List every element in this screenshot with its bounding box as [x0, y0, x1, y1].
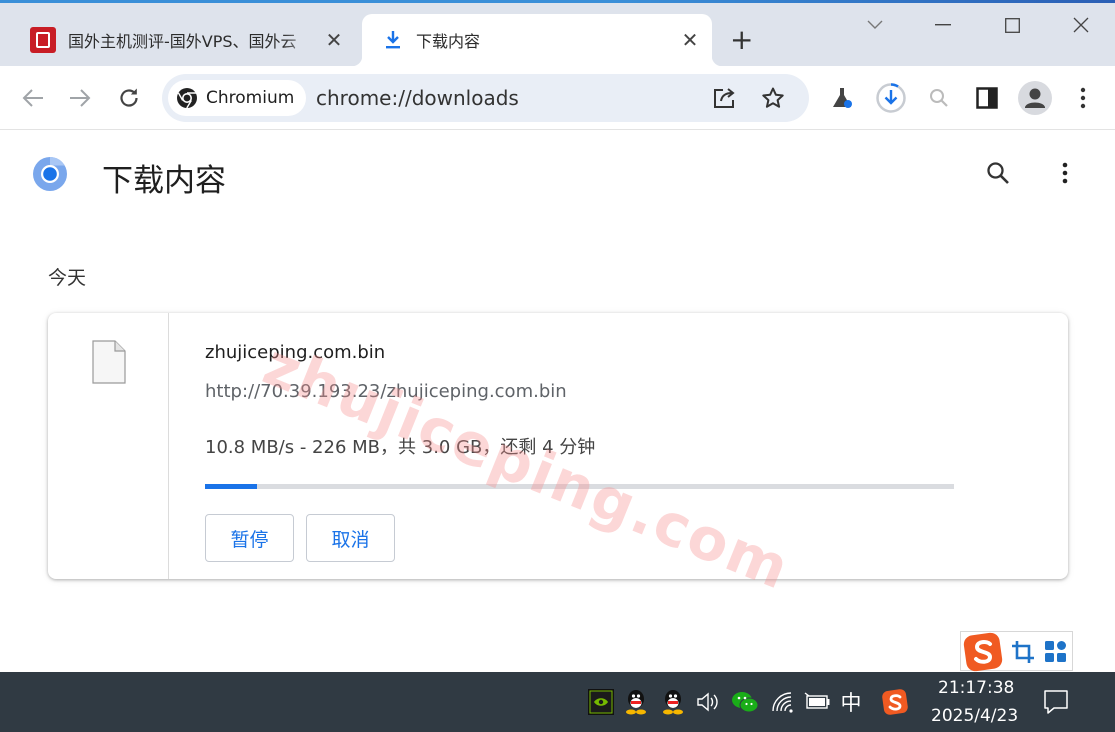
- toolbox-grid-icon[interactable]: [1044, 640, 1068, 664]
- chromium-logo-icon: [176, 87, 198, 109]
- profile-avatar-icon[interactable]: [1017, 80, 1053, 116]
- crop-icon[interactable]: [1011, 640, 1035, 664]
- chromium-logo-icon: [32, 156, 68, 196]
- site-chip[interactable]: Chromium: [168, 80, 307, 116]
- sogou-logo-icon[interactable]: [963, 632, 1003, 672]
- clock-date[interactable]: 2025/4/23: [931, 706, 1018, 726]
- nvidia-tray-icon[interactable]: [586, 686, 616, 718]
- tab-title: 下载内容: [416, 32, 481, 51]
- reload-icon[interactable]: [113, 82, 145, 114]
- tab-downloads[interactable]: 下载内容 ✕: [352, 14, 722, 66]
- zoom-search-icon[interactable]: [921, 80, 957, 116]
- volume-icon[interactable]: [693, 686, 723, 718]
- tab-close-icon[interactable]: ✕: [320, 26, 348, 54]
- network-wifi-icon[interactable]: [768, 686, 798, 718]
- qq-tray-icon[interactable]: [621, 686, 651, 718]
- download-progress-bar: [205, 484, 954, 489]
- ime-language-indicator[interactable]: 中: [836, 686, 866, 718]
- download-status: 10.8 MB/s - 226 MB，共 3.0 GB，还剩 4 分钟: [205, 437, 596, 458]
- window-accent: [0, 0, 1115, 3]
- maximize-icon[interactable]: [997, 10, 1027, 40]
- window-close-icon[interactable]: [1066, 10, 1096, 40]
- clock-time[interactable]: 21:17:38: [938, 678, 1014, 698]
- download-favicon-icon: [382, 30, 404, 50]
- tab-zhujiceping[interactable]: 国外主机测评-国外VPS、国外云 ✕: [16, 14, 356, 66]
- back-arrow-icon[interactable]: [17, 82, 49, 114]
- download-progress-icon[interactable]: [873, 80, 909, 116]
- browser-toolbar: Chromium chrome://downloads: [0, 66, 1115, 130]
- pause-button[interactable]: 暂停: [205, 514, 294, 562]
- download-item-card: zhujiceping.com.bin http://70.39.193.23/…: [48, 313, 1068, 579]
- share-icon[interactable]: [711, 84, 739, 112]
- forward-arrow-icon[interactable]: [64, 82, 96, 114]
- battery-plug-icon[interactable]: [802, 686, 832, 718]
- browser-menu-icon[interactable]: [1065, 80, 1101, 116]
- file-name[interactable]: zhujiceping.com.bin: [205, 342, 385, 363]
- minimize-icon[interactable]: [928, 10, 958, 40]
- file-icon-column: [48, 313, 169, 579]
- wechat-tray-icon[interactable]: [730, 686, 760, 718]
- side-panel-icon[interactable]: [969, 80, 1005, 116]
- cancel-button[interactable]: 取消: [306, 514, 395, 562]
- file-icon: [92, 340, 126, 388]
- ime-floating-toolbar: [960, 631, 1073, 672]
- notification-center-icon[interactable]: [1042, 688, 1070, 716]
- tab-title: 国外主机测评-国外VPS、国外云: [68, 32, 297, 51]
- download-progress-fill: [205, 484, 258, 489]
- page-menu-icon[interactable]: [1048, 155, 1082, 191]
- tab-strip: 国外主机测评-国外VPS、国外云 ✕ 下载内容 ✕ +: [0, 0, 1115, 66]
- omnibox[interactable]: Chromium chrome://downloads: [162, 74, 809, 122]
- site-chip-label: Chromium: [206, 88, 295, 108]
- section-date-heading: 今天: [48, 267, 87, 289]
- url-text[interactable]: chrome://downloads: [316, 86, 519, 110]
- page-title: 下载内容: [102, 163, 226, 199]
- search-downloads-icon[interactable]: [980, 155, 1016, 191]
- labs-flask-icon[interactable]: [824, 80, 860, 116]
- tab-close-icon[interactable]: ✕: [676, 26, 704, 54]
- file-source-url[interactable]: http://70.39.193.23/zhujiceping.com.bin: [205, 381, 567, 402]
- tab-search-chevron-icon[interactable]: [860, 10, 890, 40]
- bookmark-star-icon[interactable]: [759, 84, 787, 112]
- site-favicon-icon: [30, 27, 56, 53]
- qq-tray-icon[interactable]: [658, 686, 688, 718]
- sogou-tray-icon[interactable]: [880, 686, 910, 718]
- new-tab-button[interactable]: +: [730, 26, 753, 54]
